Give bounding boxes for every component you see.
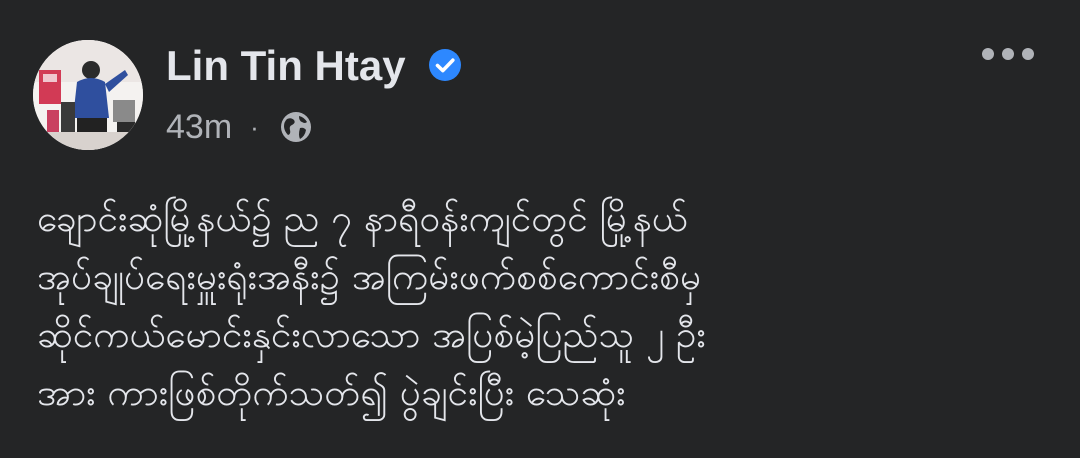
post-body: ချောင်းဆုံမြို့နယ်၌ ည ၇ နာရီဝန်းကျင်တွင်… [37, 190, 1047, 422]
more-options-icon[interactable] [978, 40, 1038, 68]
meta-separator: · [250, 111, 259, 142]
avatar[interactable] [33, 40, 143, 150]
post-text-line: အား ကားဖြစ်တိုက်သတ်၍ ပွဲချင်းပြီး သေဆုံး [37, 371, 626, 414]
avatar-image [33, 40, 143, 150]
verified-badge-icon [429, 49, 461, 81]
facebook-post: Lin Tin Htay 43m · ချောင်းဆုံမြို့နယ်၌ ည… [0, 0, 1080, 458]
post-text-line: အုပ်ချုပ်ရေးမှူးရုံးအနီး၌ အကြမ်းဖက်စစ်ကေ… [37, 255, 702, 298]
post-text-line: ချောင်းဆုံမြို့နယ်၌ ည ၇ နာရီဝန်းကျင်တွင်… [37, 197, 688, 240]
author-name[interactable]: Lin Tin Htay [166, 40, 406, 92]
post-text-line: ဆိုင်ကယ်မောင်းနှင်းလာသော အပြစ်မဲ့ပြည်သူ … [37, 313, 706, 356]
post-timestamp[interactable]: 43m [166, 108, 232, 147]
globe-icon[interactable] [279, 110, 313, 144]
post-meta: 43m · [166, 106, 313, 148]
